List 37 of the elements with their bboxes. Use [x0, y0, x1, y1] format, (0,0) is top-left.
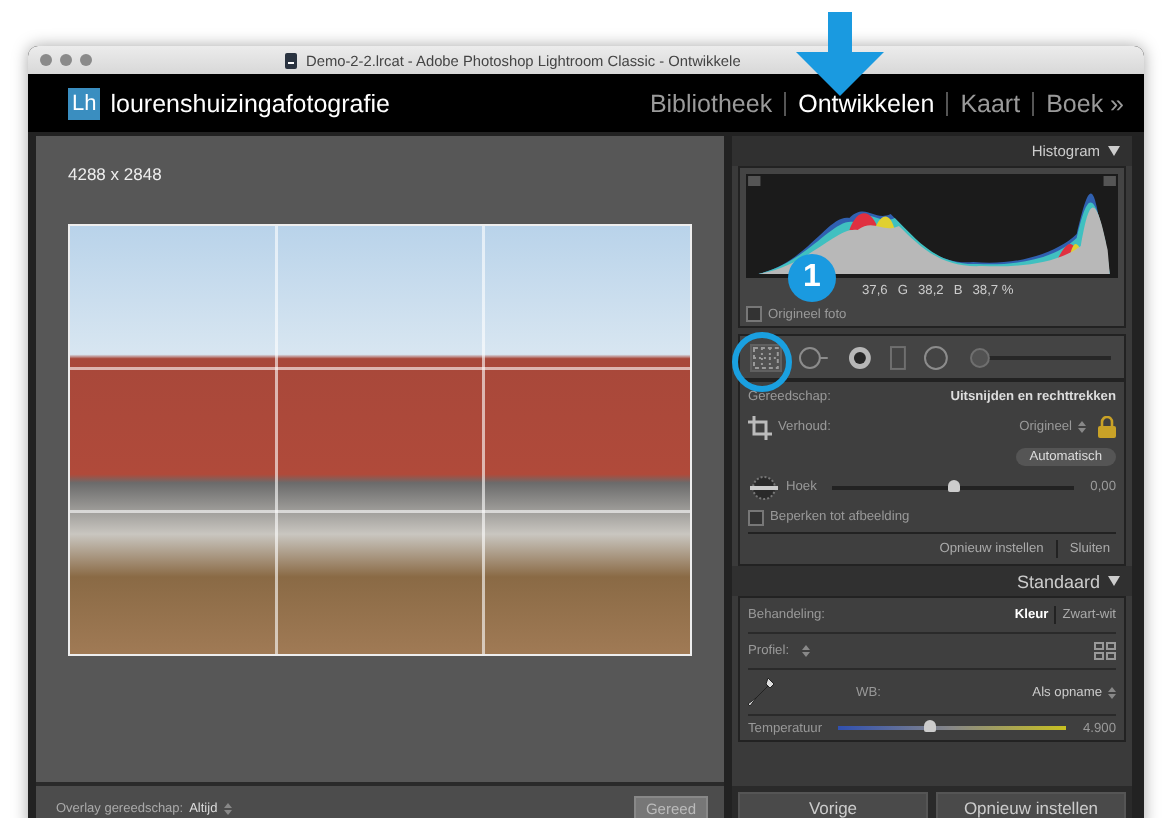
grid-icon[interactable]	[1094, 642, 1116, 660]
slider-thumb[interactable]	[947, 479, 960, 491]
checkbox[interactable]	[748, 509, 764, 525]
stepper-icon[interactable]	[1108, 685, 1116, 699]
circle-icon[interactable]	[923, 345, 948, 369]
brush-slider-icon[interactable]	[969, 347, 1112, 367]
brand-name: lourenshuizingafotografie	[110, 89, 390, 117]
module-tab[interactable]: Kaart	[948, 89, 1033, 117]
ringed-dot-icon[interactable]	[847, 345, 872, 369]
image-dimensions: 4288 x 2848	[68, 164, 164, 184]
stepper-icon[interactable]	[801, 644, 810, 658]
module-tab[interactable]: Ontwikkelen	[786, 89, 947, 117]
level-icon[interactable]	[748, 475, 780, 499]
stepper-icon[interactable]	[1078, 420, 1086, 434]
module-tab[interactable]: Bibliotheek	[637, 89, 785, 117]
lock-icon[interactable]	[1098, 416, 1116, 438]
down-arrow-icon	[796, 12, 884, 96]
checkbox[interactable]	[746, 306, 762, 322]
collapse-icon[interactable]	[1108, 576, 1120, 586]
crop-frame-icon[interactable]	[748, 415, 772, 439]
slider-thumb[interactable]	[923, 720, 936, 732]
rectangle-icon[interactable]	[889, 345, 906, 369]
eyedropper-icon[interactable]	[748, 676, 776, 708]
panel-title[interactable]: Standaard	[1016, 571, 1100, 591]
crop-tool-icon[interactable]	[752, 345, 780, 369]
logo-badge: Lh	[68, 87, 101, 119]
spot-removal-icon[interactable]	[797, 345, 830, 369]
stepper-icon[interactable]	[223, 801, 232, 815]
minimize-button[interactable]	[60, 54, 72, 66]
module-tab[interactable]: Boek »	[1034, 89, 1136, 117]
document-icon	[284, 51, 298, 69]
close-button[interactable]	[40, 54, 52, 66]
footer-button[interactable]: Opnieuw instellen	[936, 792, 1126, 818]
collapse-icon[interactable]	[1108, 146, 1120, 156]
footer-button[interactable]: Vorige	[738, 792, 928, 818]
zoom-button[interactable]	[80, 54, 92, 66]
highlight-circle	[732, 332, 792, 392]
